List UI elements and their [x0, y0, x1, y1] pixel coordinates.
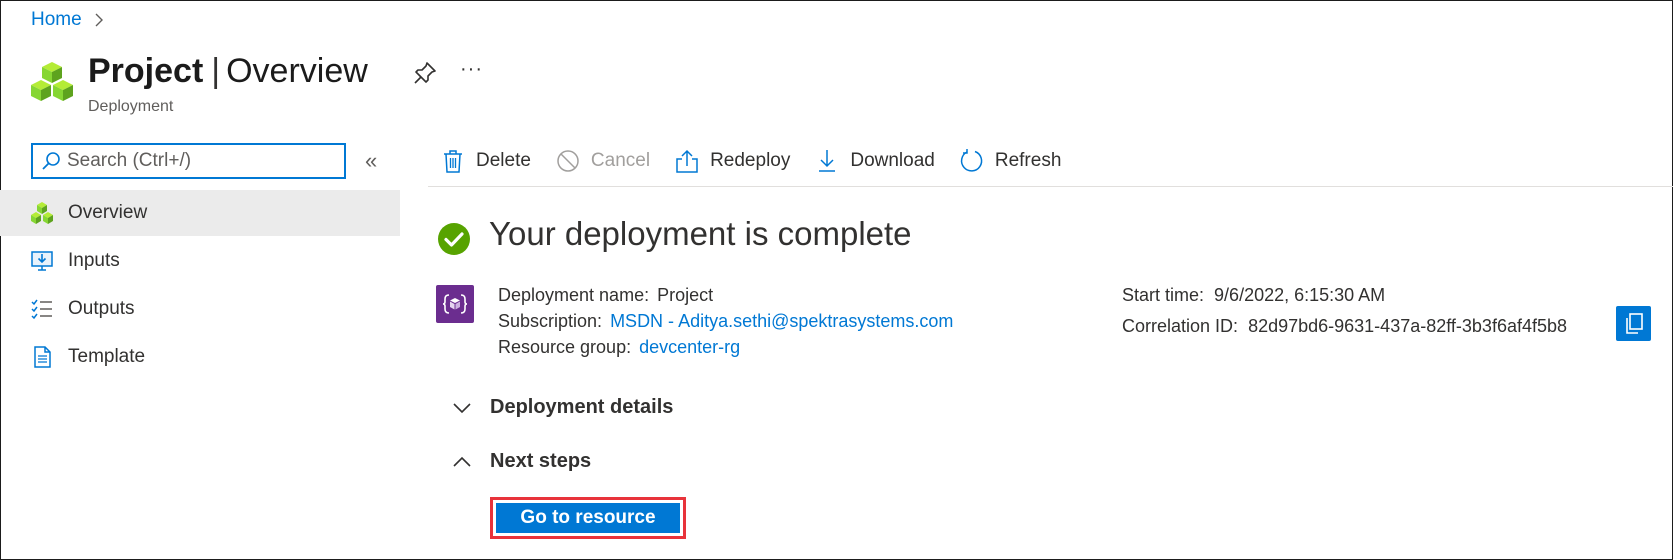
correlation-id-value: 82d97bd6-9631-437a-82ff-3b3f6af4f5b8 — [1248, 316, 1568, 336]
start-time-label: Start time: — [1122, 285, 1205, 305]
deployment-details-left: Deployment name: Project Subscription: MSD… — [498, 282, 953, 360]
deployment-status-title: Your deployment is complete — [489, 215, 912, 252]
page-title-sub: Overview — [226, 52, 368, 90]
go-to-resource-highlight: Go to resource — [490, 497, 686, 539]
resource-group-label: Resource group: — [498, 337, 632, 357]
monitor-download-icon — [30, 249, 54, 273]
trash-icon — [444, 150, 462, 173]
page-title-main: Project — [88, 52, 204, 90]
copy-icon — [1625, 312, 1643, 334]
deployment-name-value: Project — [657, 285, 714, 305]
sidebar-item-overview[interactable]: Overview — [0, 190, 400, 236]
next-steps-toggle[interactable]: Next steps — [452, 450, 591, 473]
search-input[interactable] — [67, 150, 337, 172]
search-icon — [42, 152, 60, 170]
cancel-icon — [557, 150, 579, 172]
checklist-icon — [30, 297, 54, 321]
breadcrumb: Home — [31, 9, 106, 31]
start-time-row: Start time: 9/6/2022, 6:15:30 AM — [1122, 282, 1567, 313]
sidebar-item-label: Template — [68, 346, 146, 367]
sidebar-item-inputs[interactable]: Inputs — [0, 238, 400, 284]
toolbar-divider — [428, 186, 1673, 187]
cancel-label: Cancel — [590, 150, 651, 171]
document-icon — [30, 345, 54, 369]
start-time-value: 9/6/2022, 6:15:30 AM — [1214, 285, 1386, 305]
sidebar-item-label: Overview — [68, 202, 148, 223]
next-steps-label: Next steps — [490, 450, 592, 472]
sidebar-item-label: Inputs — [68, 250, 120, 271]
sidebar-item-label: Outputs — [68, 298, 135, 319]
download-button[interactable]: Download — [814, 148, 935, 174]
deployment-details-label: Deployment details — [490, 396, 674, 418]
success-check-icon — [438, 223, 470, 255]
chevron-right-icon — [95, 13, 103, 27]
page-title: Project | Overview — [88, 52, 368, 91]
chevron-up-icon — [453, 456, 471, 467]
sidebar-item-template[interactable]: Template — [0, 334, 400, 380]
search-box[interactable] — [31, 143, 346, 179]
more-options-button[interactable]: ··· — [460, 58, 483, 81]
redeploy-button[interactable]: Redeploy — [674, 148, 790, 174]
deployment-details-toggle[interactable]: Deployment details — [452, 396, 673, 419]
copy-correlation-id-button[interactable] — [1616, 306, 1651, 341]
sidebar-item-outputs[interactable]: Outputs — [0, 286, 400, 332]
refresh-label: Refresh — [994, 150, 1062, 171]
correlation-id-row: Correlation ID: 82d97bd6-9631-437a-82ff-… — [1122, 313, 1567, 344]
delete-label: Delete — [476, 150, 531, 171]
collapse-sidebar-button[interactable]: « — [365, 150, 377, 172]
correlation-id-label: Correlation ID: — [1122, 316, 1239, 336]
cubes-icon — [31, 62, 73, 101]
pin-icon[interactable] — [412, 60, 438, 86]
subscription-link[interactable]: MSDN - Aditya.sethi@spektrasystems.com — [610, 311, 953, 331]
breadcrumb-home-link[interactable]: Home — [31, 9, 82, 31]
refresh-icon — [960, 149, 983, 172]
download-icon — [819, 150, 836, 172]
resource-group-row: Resource group: devcenter-rg — [498, 334, 953, 360]
deployment-name-label: Deployment name: — [498, 285, 650, 305]
subscription-row: Subscription: MSDN - Aditya.sethi@spektra… — [498, 308, 953, 334]
download-label: Download — [850, 150, 935, 171]
deployment-name-row: Deployment name: Project — [498, 282, 953, 308]
redeploy-label: Redeploy — [710, 150, 791, 171]
page-subtitle: Deployment — [88, 98, 174, 115]
template-deployment-icon — [436, 285, 474, 323]
deployment-details-right: Start time: 9/6/2022, 6:15:30 AM Correla… — [1122, 282, 1567, 344]
sidebar-nav: Overview Inputs Outputs Template — [0, 190, 400, 382]
refresh-button[interactable]: Refresh — [959, 148, 1062, 174]
cancel-button[interactable]: Cancel — [555, 148, 650, 174]
command-toolbar: Delete Cancel Redeploy Download Refresh — [440, 143, 1085, 179]
page-title-separator: | — [211, 52, 221, 90]
upload-icon — [676, 149, 698, 173]
delete-button[interactable]: Delete — [440, 148, 531, 174]
subscription-label: Subscription: — [498, 311, 603, 331]
resource-group-link[interactable]: devcenter-rg — [639, 337, 740, 357]
cubes-icon — [30, 201, 54, 225]
go-to-resource-button[interactable]: Go to resource — [496, 503, 680, 533]
chevron-down-icon — [453, 402, 471, 413]
